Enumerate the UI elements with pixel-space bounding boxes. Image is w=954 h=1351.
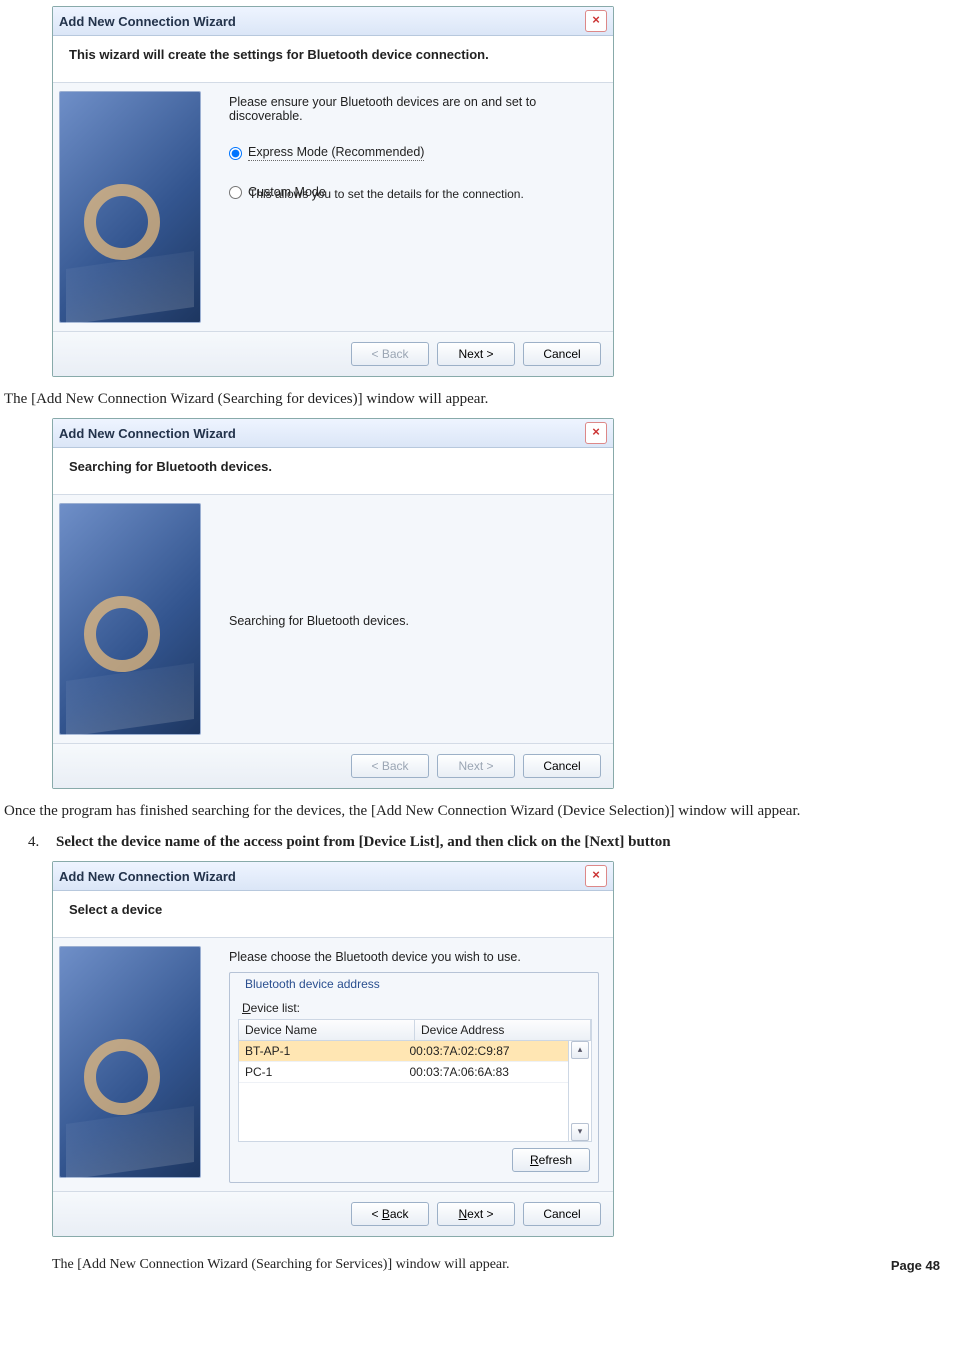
back-button: < Back (351, 754, 429, 778)
col-device-address: Device Address (415, 1020, 591, 1040)
group-title: Bluetooth device address (242, 977, 383, 991)
titlebar: Add New Connection Wizard × (53, 419, 613, 448)
wizard-illustration (53, 938, 215, 1191)
cancel-button[interactable]: Cancel (523, 1202, 601, 1226)
back-button: < Back (351, 342, 429, 366)
wizard-dialog-searching: Add New Connection Wizard × Searching fo… (52, 418, 614, 789)
button-bar: < Back Next > Cancel (53, 743, 613, 788)
narration-1: The [Add New Connection Wizard (Searchin… (4, 391, 950, 408)
back-button[interactable]: < Back (351, 1202, 429, 1226)
cell-device-name: PC-1 (239, 1062, 404, 1082)
radio-express-input[interactable] (229, 147, 242, 160)
titlebar: Add New Connection Wizard × (53, 7, 613, 36)
select-intro: Please choose the Bluetooth device you w… (229, 950, 599, 964)
button-bar: < Back Next > Cancel (53, 1191, 613, 1236)
close-icon[interactable]: × (585, 422, 607, 444)
next-button: Next > (437, 754, 515, 778)
page-number: Page 48 (891, 1258, 940, 1273)
narration-3: The [Add New Connection Wizard (Searchin… (52, 1257, 510, 1273)
table-row[interactable]: BT-AP-1 00:03:7A:02:C9:87 (239, 1041, 568, 1062)
intro-text: Please ensure your Bluetooth devices are… (229, 95, 599, 123)
device-list[interactable]: Device Name Device Address BT-AP-1 00:03… (238, 1019, 592, 1142)
close-icon[interactable]: × (585, 865, 607, 887)
device-address-group: Bluetooth device address Device list: De… (229, 972, 599, 1183)
next-button[interactable]: Next > (437, 342, 515, 366)
radio-custom-input[interactable] (229, 186, 242, 199)
wizard-header-text: Select a device (69, 902, 162, 917)
table-row[interactable]: PC-1 00:03:7A:06:6A:83 (239, 1062, 568, 1083)
list-header: Device Name Device Address (239, 1020, 591, 1041)
list-rows: BT-AP-1 00:03:7A:02:C9:87 PC-1 00:03:7A:… (239, 1041, 568, 1141)
device-list-label: Device list: (242, 1001, 590, 1015)
step-text: Select the device name of the access poi… (56, 834, 671, 851)
wizard-header: Select a device (53, 891, 613, 938)
wizard-header-text: This wizard will create the settings for… (69, 47, 489, 62)
next-button[interactable]: Next > (437, 1202, 515, 1226)
cell-device-address: 00:03:7A:06:6A:83 (404, 1062, 569, 1082)
button-bar: < Back Next > Cancel (53, 331, 613, 376)
window-title: Add New Connection Wizard (59, 426, 236, 441)
window-title: Add New Connection Wizard (59, 869, 236, 884)
radio-express-mode[interactable]: Express Mode (Recommended) (229, 145, 599, 161)
narration-2: Once the program has finished searching … (4, 803, 950, 820)
refresh-button[interactable]: Refresh (512, 1148, 590, 1172)
titlebar: Add New Connection Wizard × (53, 862, 613, 891)
scroll-up-icon[interactable]: ▴ (571, 1041, 589, 1059)
close-icon[interactable]: × (585, 10, 607, 32)
col-device-name: Device Name (239, 1020, 415, 1040)
cell-device-name: BT-AP-1 (239, 1041, 404, 1061)
custom-mode-description: This allows you to set the details for t… (249, 187, 599, 201)
wizard-illustration (53, 83, 215, 331)
wizard-dialog-settings: Add New Connection Wizard × This wizard … (52, 6, 614, 377)
cancel-button[interactable]: Cancel (523, 342, 601, 366)
step-number: 4. (28, 834, 56, 851)
wizard-header: Searching for Bluetooth devices. (53, 448, 613, 495)
wizard-dialog-select-device: Add New Connection Wizard × Select a dev… (52, 861, 614, 1237)
searching-text: Searching for Bluetooth devices. (229, 614, 409, 628)
cancel-button[interactable]: Cancel (523, 754, 601, 778)
scrollbar[interactable]: ▴ ▾ (568, 1041, 591, 1141)
step-4: 4. Select the device name of the access … (28, 834, 950, 851)
cell-device-address: 00:03:7A:02:C9:87 (404, 1041, 569, 1061)
wizard-header: This wizard will create the settings for… (53, 36, 613, 83)
wizard-illustration (53, 495, 215, 743)
scroll-down-icon[interactable]: ▾ (571, 1123, 589, 1141)
wizard-header-text: Searching for Bluetooth devices. (69, 459, 272, 474)
window-title: Add New Connection Wizard (59, 14, 236, 29)
radio-express-label: Express Mode (Recommended) (248, 145, 424, 161)
